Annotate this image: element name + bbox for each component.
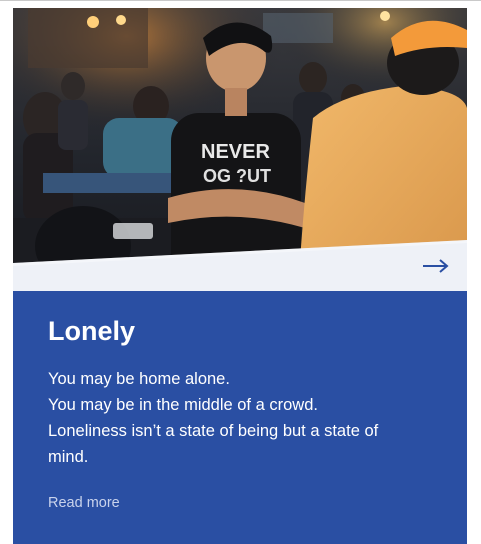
body-line: You may be home alone. <box>48 370 230 388</box>
card-content: Lonely You may be home alone. You may be… <box>48 314 438 512</box>
card-body: You may be home alone. You may be in the… <box>48 366 438 470</box>
card-title: Lonely <box>48 316 136 346</box>
story-card[interactable]: NEVER OG ?UT Lonely You may be home alon… <box>13 8 467 544</box>
next-arrow-button[interactable] <box>421 255 451 277</box>
body-line: Loneliness isn’t a state of being but a … <box>48 422 379 440</box>
body-line: mind. <box>48 448 89 466</box>
shirt-text-2: OG ?UT <box>203 166 271 186</box>
read-more-link[interactable]: Read more <box>48 495 120 511</box>
arrow-right-icon <box>423 259 449 273</box>
shirt-text-1: NEVER <box>201 141 270 163</box>
top-divider <box>0 0 481 1</box>
card-photo: NEVER OG ?UT <box>13 8 467 291</box>
body-line: You may be in the middle of a crowd. <box>48 396 318 414</box>
